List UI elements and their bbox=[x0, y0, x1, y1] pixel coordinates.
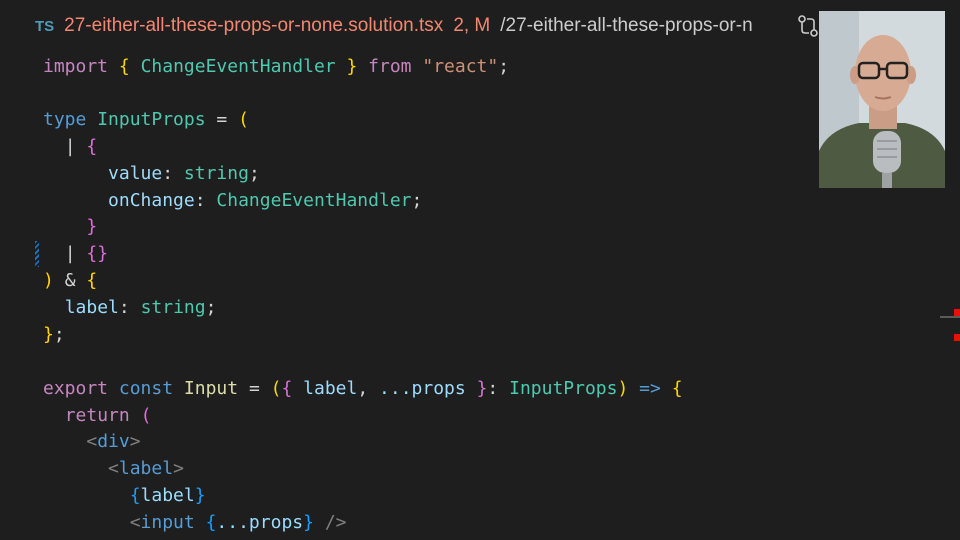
token: = bbox=[216, 109, 228, 130]
token: , bbox=[357, 378, 369, 399]
token: ; bbox=[498, 56, 510, 77]
token: < bbox=[86, 431, 98, 452]
token: onChange bbox=[108, 190, 195, 211]
token: ...props bbox=[216, 512, 304, 533]
token: < bbox=[108, 458, 119, 479]
token: type bbox=[43, 109, 87, 130]
token: ...props bbox=[379, 378, 466, 399]
token: } bbox=[303, 512, 314, 533]
token: label bbox=[303, 378, 358, 399]
code-line-10: label: string; bbox=[43, 294, 217, 321]
token: : bbox=[118, 297, 130, 318]
token: ; bbox=[53, 324, 65, 345]
code-line-9: ) & { bbox=[43, 267, 97, 294]
token: ( bbox=[238, 109, 249, 130]
editor-tab-bar: TS 27-either-all-these-props-or-none.sol… bbox=[0, 0, 820, 52]
code-editor[interactable]: import { ChangeEventHandler } from "reac… bbox=[0, 52, 940, 540]
token: : bbox=[487, 378, 499, 399]
token: > bbox=[173, 458, 184, 479]
code-line-7: } bbox=[43, 213, 97, 240]
tab-file-path[interactable]: /27-either-all-these-props-or-n bbox=[500, 15, 752, 37]
typescript-file-icon: TS bbox=[35, 17, 55, 35]
token: { bbox=[671, 378, 683, 399]
code-line-14: return ( bbox=[43, 402, 152, 429]
code-line-17: {label} bbox=[43, 482, 206, 509]
code-line-15: <div> bbox=[43, 428, 141, 455]
token: = bbox=[248, 378, 260, 399]
code-line-6: onChange: ChangeEventHandler; bbox=[43, 187, 422, 214]
error-marker bbox=[954, 309, 960, 316]
token: | bbox=[64, 136, 76, 157]
token: div bbox=[97, 431, 130, 452]
token: { bbox=[205, 512, 217, 533]
token: => bbox=[639, 378, 661, 399]
token: label bbox=[140, 485, 195, 506]
code-line-5: value: string; bbox=[43, 160, 260, 187]
token: { bbox=[281, 378, 293, 399]
token: ; bbox=[411, 190, 423, 211]
presenter-image bbox=[819, 11, 945, 188]
token: input bbox=[140, 512, 195, 533]
token: ( bbox=[270, 378, 282, 399]
token: { bbox=[118, 56, 130, 77]
token: ChangeEventHandler bbox=[140, 56, 336, 77]
code-line-11: }; bbox=[43, 321, 65, 348]
git-compare-icon[interactable] bbox=[797, 14, 819, 38]
token: Input bbox=[183, 378, 239, 399]
token: ; bbox=[205, 297, 217, 318]
code-line-1: import { ChangeEventHandler } from "reac… bbox=[43, 53, 509, 80]
code-line-16: <label> bbox=[43, 455, 184, 482]
token: value bbox=[108, 163, 163, 184]
code-line-13: export const Input = ({ label, ...props … bbox=[43, 375, 683, 402]
token: } bbox=[86, 216, 98, 237]
token: { bbox=[129, 485, 141, 506]
tab-problems-badge: 2, M bbox=[453, 15, 491, 36]
code-line-8: | {} bbox=[43, 240, 108, 267]
token: > bbox=[129, 431, 141, 452]
token: { bbox=[86, 136, 98, 157]
token: } bbox=[346, 56, 358, 77]
token: & bbox=[64, 270, 76, 291]
token: InputProps bbox=[97, 109, 206, 130]
modified-line-gutter-marker bbox=[35, 241, 39, 267]
presenter-webcam bbox=[819, 11, 945, 188]
token: const bbox=[118, 378, 174, 399]
token: string bbox=[140, 297, 206, 318]
token: { bbox=[86, 270, 98, 291]
token: < bbox=[129, 512, 141, 533]
token: ( bbox=[140, 405, 152, 426]
token: string bbox=[183, 163, 249, 184]
scroll-position-indicator bbox=[940, 316, 960, 318]
tab-file-name[interactable]: 27-either-all-these-props-or-none.soluti… bbox=[64, 15, 443, 37]
token: ) bbox=[43, 270, 54, 291]
token: : bbox=[194, 190, 206, 211]
token: {} bbox=[86, 243, 109, 264]
code-line-3: type InputProps = ( bbox=[43, 106, 249, 133]
token: } bbox=[476, 378, 488, 399]
token: : bbox=[162, 163, 174, 184]
error-marker bbox=[954, 334, 960, 341]
code-line-18: <input {...props} /> bbox=[43, 509, 347, 536]
token: } bbox=[43, 324, 54, 345]
token: InputProps bbox=[509, 378, 618, 399]
token: return bbox=[64, 405, 130, 426]
token: label bbox=[118, 458, 174, 479]
token: /> bbox=[324, 512, 347, 533]
token: ) bbox=[617, 378, 629, 399]
token: from bbox=[368, 56, 412, 77]
token: label bbox=[64, 297, 119, 318]
token: "react" bbox=[422, 56, 499, 77]
token: ; bbox=[248, 163, 260, 184]
code-line-4: | { bbox=[43, 133, 98, 160]
token: export bbox=[43, 378, 109, 399]
token: ChangeEventHandler bbox=[216, 190, 412, 211]
token: import bbox=[43, 56, 109, 77]
token: } bbox=[194, 485, 206, 506]
token: | bbox=[64, 243, 76, 264]
